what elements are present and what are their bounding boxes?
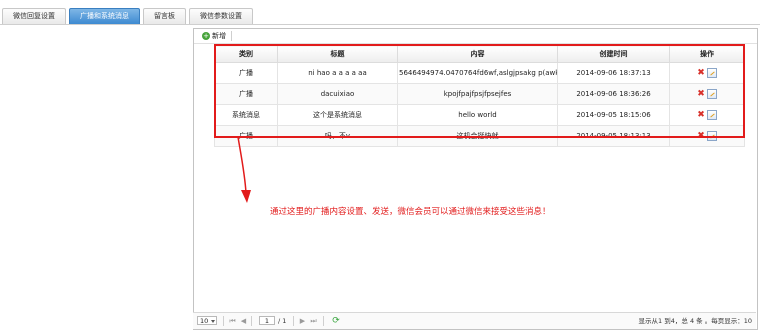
table-row[interactable]: 广播 吗，不v 这机会挺快就 2014-09-05 18:13:13 ✖	[214, 125, 745, 147]
tab-wechat-reply-settings[interactable]: 微信回复设置	[2, 8, 66, 24]
cell-category: 系统消息	[214, 104, 278, 126]
tab-message-board[interactable]: 留言板	[143, 8, 186, 24]
column-header-category[interactable]: 类别	[214, 45, 278, 63]
cell-content: 5646494974.0470764fd6wf,aslgjpsakg p(awk…	[397, 62, 558, 84]
table-row[interactable]: 广播 dacuixiao kpojfpajfpsjfpsejfes 2014-0…	[214, 83, 745, 105]
pager-separator	[223, 316, 224, 326]
table-row[interactable]: 广播 ni hao a a a a aa 5646494974.0470764f…	[214, 62, 745, 84]
cell-actions: ✖	[669, 83, 745, 105]
first-page-icon[interactable]: ⏮	[228, 316, 237, 326]
column-header-content[interactable]: 内容	[397, 45, 558, 63]
down-arrow-icon	[237, 136, 251, 203]
table-row[interactable]: 系统消息 这个是系统消息 hello world 2014-09-05 18:1…	[214, 104, 745, 126]
cell-content: 这机会挺快就	[397, 125, 558, 147]
tab-bar: 微信回复设置 广播和系统消息 留言板 微信参数设置	[2, 8, 253, 24]
edit-icon[interactable]	[707, 68, 717, 78]
cell-created-time: 2014-09-05 18:15:06	[557, 104, 670, 126]
add-button[interactable]: + 新增	[202, 31, 226, 41]
toolbar-separator	[231, 31, 232, 41]
column-header-title[interactable]: 标题	[277, 45, 398, 63]
prev-page-icon[interactable]: ◀	[239, 316, 248, 326]
page-size-select[interactable]: 10	[197, 316, 217, 325]
pagination-bar: 10 ⏮ ◀ 1 / 1 ▶ ⏭ ⟳ 显示从1 到4，总 4 条 。每页显示：1…	[193, 312, 756, 329]
chevron-down-icon	[211, 320, 215, 323]
total-pages-label: / 1	[278, 317, 287, 325]
pager-separator	[293, 316, 294, 326]
edit-icon[interactable]	[707, 110, 717, 120]
cell-created-time: 2014-09-06 18:37:13	[557, 62, 670, 84]
refresh-icon[interactable]: ⟳	[331, 316, 341, 326]
cell-content: kpojfpajfpsjfpsejfes	[397, 83, 558, 105]
edit-icon[interactable]	[707, 89, 717, 99]
cell-title: dacuixiao	[277, 83, 398, 105]
delete-icon[interactable]: ✖	[697, 69, 705, 78]
pager-separator	[323, 316, 324, 326]
tab-broadcast-system-messages[interactable]: 广播和系统消息	[69, 8, 140, 24]
column-header-actions: 操作	[669, 45, 745, 63]
delete-icon[interactable]: ✖	[697, 111, 705, 120]
tab-divider	[0, 24, 760, 25]
delete-icon[interactable]: ✖	[697, 132, 705, 141]
cell-title: ni hao a a a a aa	[277, 62, 398, 84]
grid-toolbar: + 新增	[194, 29, 757, 44]
page-number-input[interactable]: 1	[259, 316, 275, 325]
last-page-icon[interactable]: ⏭	[309, 316, 318, 326]
cell-category: 广播	[214, 83, 278, 105]
cell-title: 吗，不v	[277, 125, 398, 147]
add-button-label: 新增	[212, 32, 226, 40]
table-header-row: 类别 标题 内容 创建时间 操作	[214, 45, 745, 63]
pagination-info: 显示从1 到4，总 4 条 。每页显示：10	[638, 317, 752, 325]
cell-title: 这个是系统消息	[277, 104, 398, 126]
message-table: 类别 标题 内容 创建时间 操作 广播 ni hao a a a a aa 56…	[214, 45, 745, 147]
cell-content: hello world	[397, 104, 558, 126]
add-icon: +	[202, 32, 210, 40]
cell-created-time: 2014-09-06 18:36:26	[557, 83, 670, 105]
next-page-icon[interactable]: ▶	[298, 316, 307, 326]
column-header-created-time[interactable]: 创建时间	[557, 45, 670, 63]
cell-actions: ✖	[669, 125, 745, 147]
delete-icon[interactable]: ✖	[697, 90, 705, 99]
cell-category: 广播	[214, 62, 278, 84]
cell-created-time: 2014-09-05 18:13:13	[557, 125, 670, 147]
grid-panel: + 新增 类别 标题 内容 创建时间 操作 广播 ni hao a a a a …	[193, 28, 758, 330]
cell-actions: ✖	[669, 104, 745, 126]
cell-actions: ✖	[669, 62, 745, 84]
pager-separator	[251, 316, 252, 326]
tab-wechat-parameter-settings[interactable]: 微信参数设置	[189, 8, 253, 24]
annotation-text: 通过这里的广播内容设置、发送，微信会员可以通过微信来接受这些消息！	[270, 207, 551, 217]
edit-icon[interactable]	[707, 131, 717, 141]
